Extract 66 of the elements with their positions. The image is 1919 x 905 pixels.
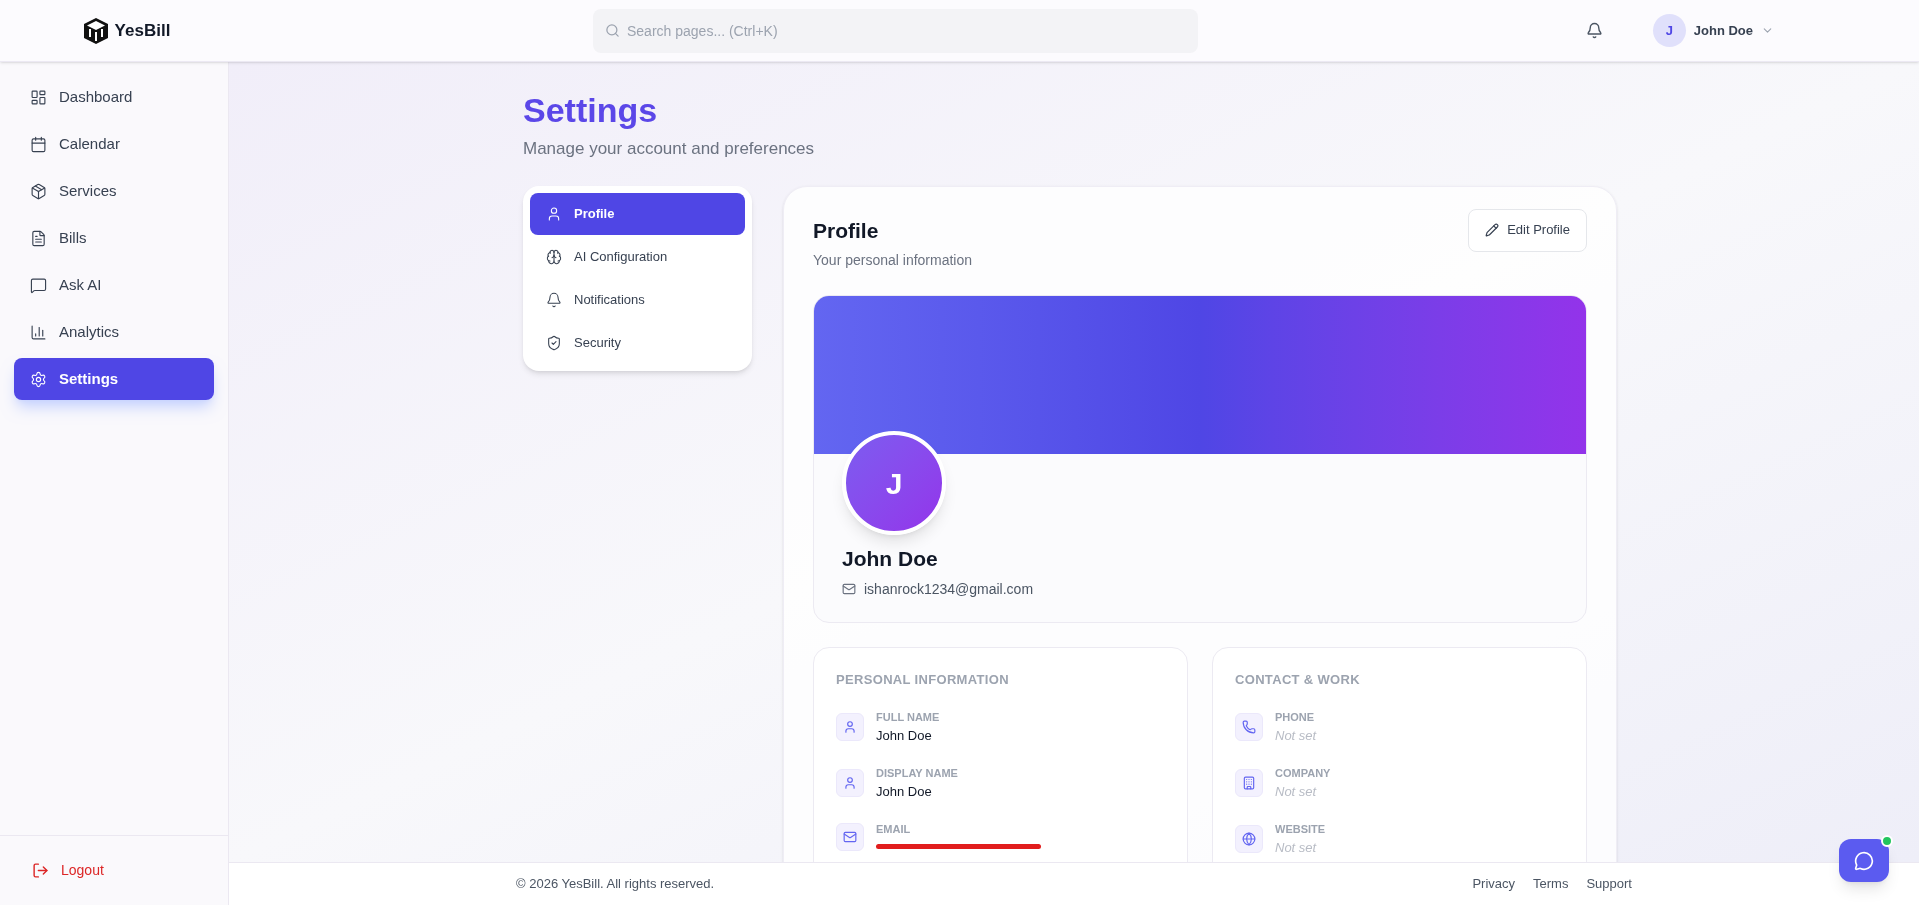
- calendar-icon: [30, 135, 47, 153]
- brand-name: YesBill: [114, 19, 171, 42]
- user-menu[interactable]: J John Doe: [1652, 14, 1774, 47]
- profile-email: ishanrock1234@gmail.com: [864, 579, 1034, 599]
- field-label: DISPLAY NAME: [876, 766, 958, 781]
- document-icon: [30, 229, 47, 247]
- user-icon: [546, 205, 562, 222]
- phone-icon: [1235, 713, 1263, 741]
- logout-button[interactable]: Logout: [32, 860, 104, 881]
- sidebar-item[interactable]: Services: [14, 170, 214, 212]
- field-label: FULL NAME: [876, 710, 940, 725]
- search-icon: [605, 22, 620, 38]
- card-title: Profile: [813, 217, 880, 244]
- page-title: Settings: [523, 90, 659, 131]
- sidebar-item[interactable]: Settings: [14, 358, 214, 400]
- settings-tab[interactable]: Security: [530, 321, 745, 364]
- sidebar-item[interactable]: Dashboard: [14, 76, 214, 118]
- page-subtitle: Manage your account and preferences: [523, 138, 816, 160]
- footer-link[interactable]: Support: [1586, 874, 1632, 894]
- user-avatar: J: [1652, 14, 1686, 47]
- card-subtitle: Your personal information: [813, 251, 973, 270]
- chat-icon: [30, 276, 47, 294]
- mail-icon: [842, 582, 856, 596]
- section-title: CONTACT & WORK: [1235, 670, 1361, 689]
- field-label: PHONE: [1275, 710, 1316, 725]
- field-label: EMAIL: [876, 822, 912, 837]
- field-value: Not set: [1275, 782, 1318, 801]
- copyright-text: © 2026 YesBill. All rights reserved.: [516, 875, 715, 894]
- sidebar-item[interactable]: Analytics: [14, 311, 214, 353]
- search-field[interactable]: Search pages... (Ctrl+K): [593, 8, 1198, 53]
- user-icon: [836, 769, 864, 797]
- field-label: COMPANY: [1275, 766, 1331, 781]
- user-icon: [836, 713, 864, 741]
- sidebar-item[interactable]: Calendar: [14, 123, 214, 165]
- footer-link[interactable]: Terms: [1533, 874, 1569, 894]
- building-icon: [1235, 769, 1263, 797]
- sidebar-item[interactable]: Bills: [14, 217, 214, 259]
- dashboard-icon: [30, 88, 47, 106]
- profile-name: John Doe: [842, 546, 939, 572]
- bell-icon: [546, 291, 562, 308]
- bar-chart-icon: [30, 323, 47, 341]
- chat-bubble-icon: [1854, 850, 1874, 871]
- mail-icon: [836, 822, 864, 851]
- shield-icon: [546, 334, 562, 351]
- bell-icon[interactable]: [1585, 22, 1603, 39]
- settings-tab[interactable]: Profile: [530, 192, 745, 235]
- globe-icon: [1235, 825, 1263, 853]
- field-value: Not set: [1275, 726, 1317, 745]
- logout-icon: [32, 862, 49, 879]
- edit-profile-button[interactable]: Edit Profile: [1468, 208, 1587, 252]
- settings-icon: [30, 370, 47, 388]
- user-name: John Doe: [1693, 21, 1753, 40]
- box-icon: [30, 182, 47, 200]
- field-value: John Doe: [876, 782, 933, 801]
- sidebar-item[interactable]: Ask AI: [14, 264, 214, 306]
- brain-icon: [546, 248, 562, 265]
- field-value: Not set: [1275, 838, 1318, 857]
- settings-tab[interactable]: AI Configuration: [530, 235, 745, 278]
- pencil-icon: [1485, 223, 1500, 237]
- profile-avatar: J: [842, 431, 946, 535]
- field-label: WEBSITE: [1275, 822, 1326, 837]
- settings-tab[interactable]: Notifications: [530, 278, 745, 321]
- footer-link[interactable]: Privacy: [1472, 874, 1516, 894]
- section-title: PERSONAL INFORMATION: [836, 670, 1010, 689]
- field-value: John Doe: [876, 726, 933, 745]
- logo-icon: [82, 16, 109, 45]
